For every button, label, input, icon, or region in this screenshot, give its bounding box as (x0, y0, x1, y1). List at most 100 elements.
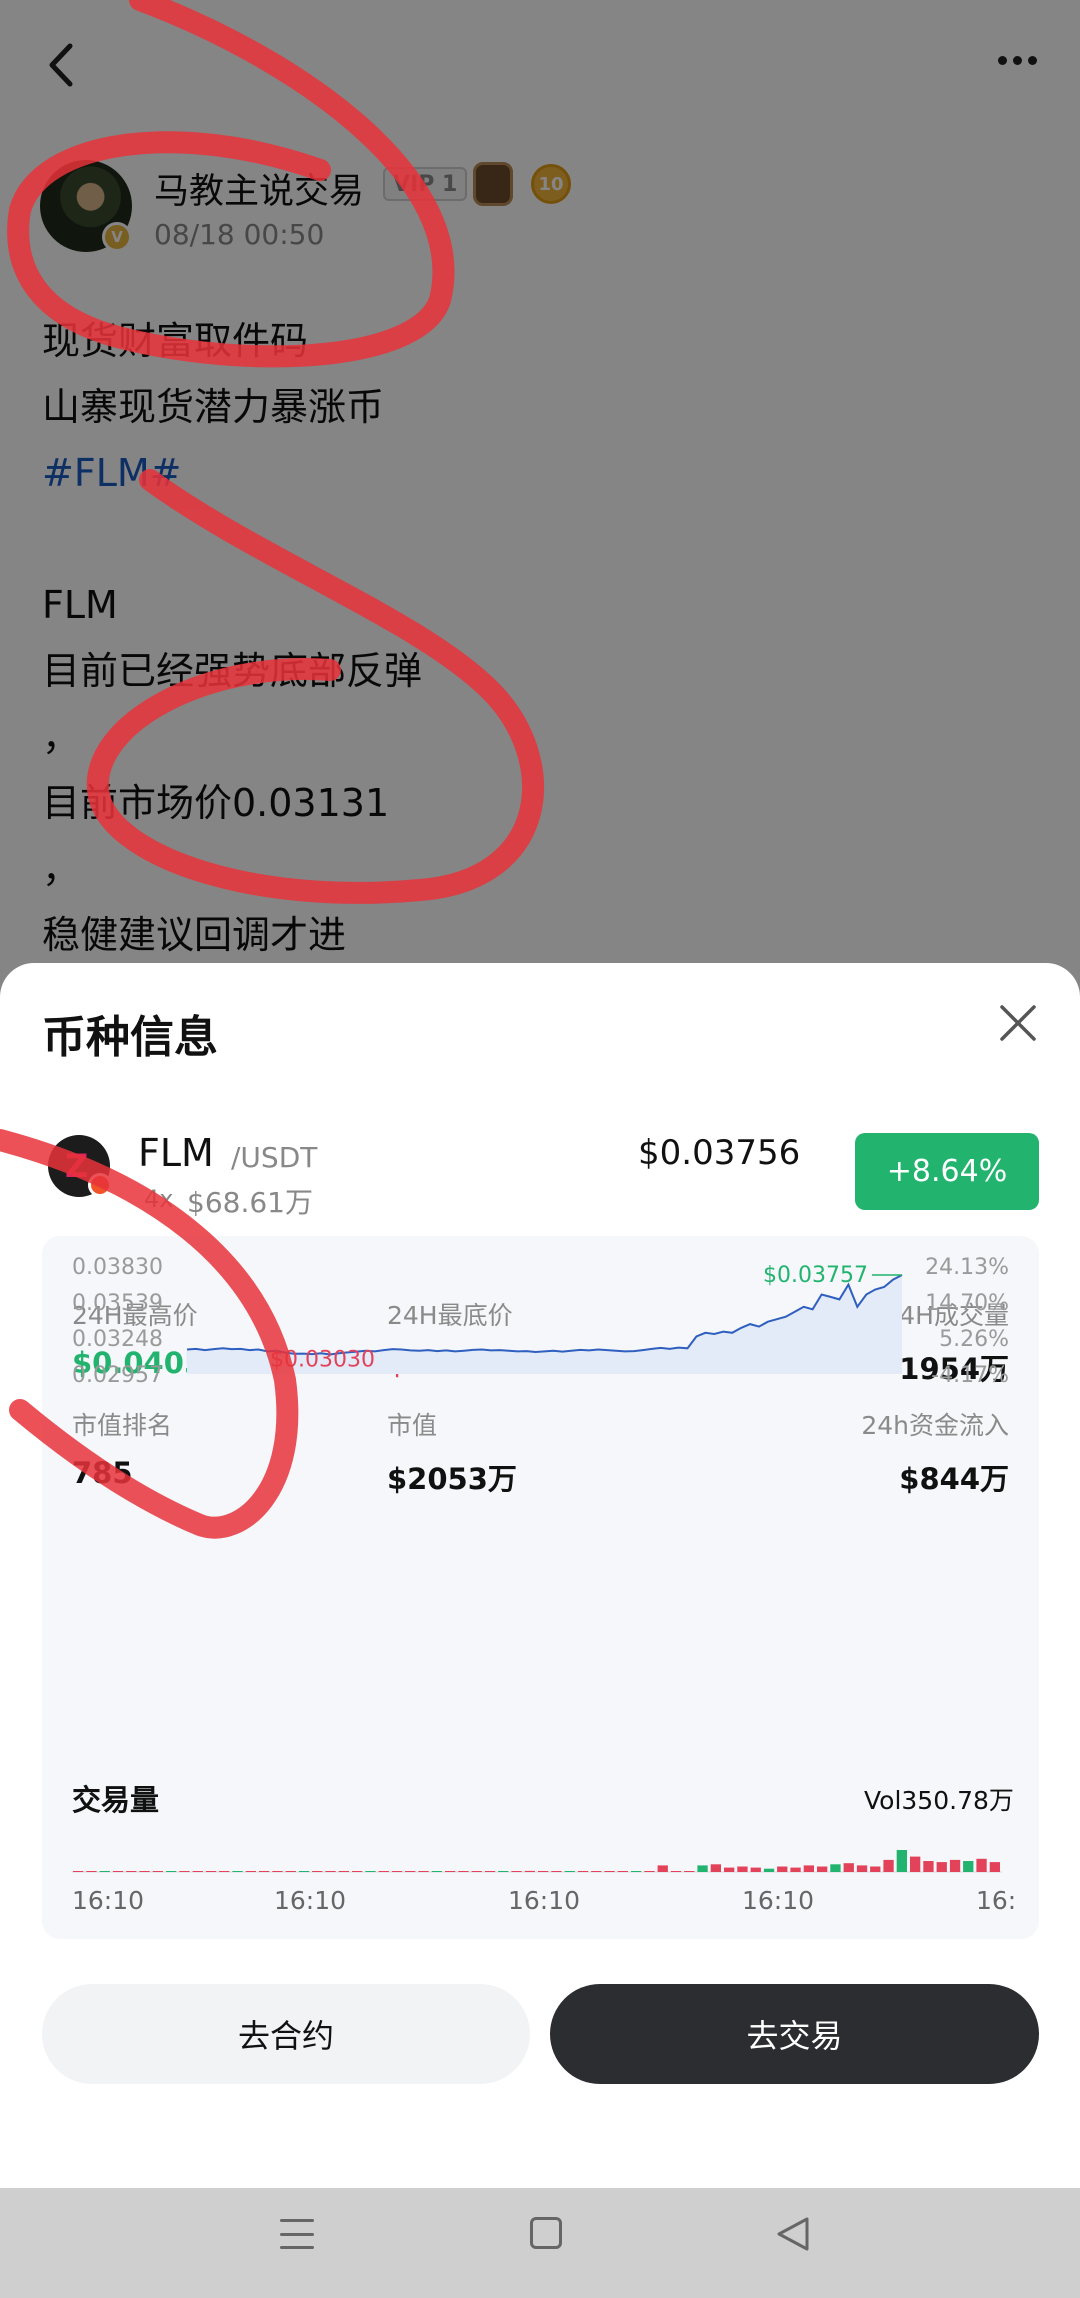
volume-bar (564, 1871, 575, 1872)
volume-bar (684, 1871, 695, 1872)
max-price-label: $0.03757 (763, 1263, 868, 1288)
volume-bar (989, 1862, 1000, 1872)
volume-bar (338, 1871, 349, 1872)
volume-bar (617, 1871, 628, 1872)
sheet-title: 币种信息 (42, 1012, 218, 1063)
volume-bar (697, 1865, 708, 1872)
y-tick-label-right: 5.26% (939, 1327, 1009, 1352)
volume-bar (976, 1858, 987, 1872)
volume-bar (325, 1871, 336, 1872)
favorite-star-icon (88, 1173, 112, 1197)
volume-bar (126, 1871, 137, 1872)
volume-bar (192, 1871, 203, 1872)
stat-24h-inflow: 24h资金流入 $844万 (861, 1406, 1009, 1498)
volume-bar (484, 1871, 496, 1872)
price-change-badge[interactable]: +8.64% (855, 1133, 1039, 1210)
volume-title: 交易量 (72, 1783, 160, 1817)
volume-bar (657, 1865, 668, 1872)
coin-pair: /USDT (231, 1141, 318, 1174)
volume-bar (737, 1866, 748, 1872)
y-tick-label-left: 0.03539 (72, 1291, 163, 1316)
volume-bar (830, 1864, 841, 1872)
time-tick-label: 16: (976, 1886, 1017, 1915)
volume-bar (551, 1871, 562, 1872)
volume-bar (644, 1871, 655, 1872)
volume-bar (232, 1871, 243, 1872)
stat-market-rank: 市值排名 785 (72, 1406, 172, 1490)
stat-value: 785 (72, 1456, 133, 1490)
y-tick-label-left: 0.03248 (72, 1327, 163, 1352)
y-tick-label-right: 24.13% (925, 1255, 1009, 1280)
volume-bar (750, 1867, 761, 1872)
stat-market-cap: 市值 $2053万 (387, 1406, 517, 1498)
volume-bar (710, 1864, 721, 1872)
volume-bar (285, 1871, 296, 1872)
volume-bar (405, 1871, 416, 1872)
volume-bar (179, 1871, 190, 1872)
volume-bar (112, 1871, 124, 1872)
stat-label: 24h资金流入 (861, 1411, 1009, 1440)
time-tick-label: 16:10 (508, 1886, 581, 1915)
time-axis: 16:10 16:10 16:10 16:10 16: (72, 1886, 1016, 1920)
volume-bar (856, 1865, 868, 1872)
go-trade-button[interactable]: 去交易 (550, 1984, 1039, 2084)
volume-bar (272, 1871, 283, 1872)
volume-bar (936, 1862, 947, 1872)
volume-bar (577, 1871, 589, 1872)
volume-bar (843, 1863, 854, 1872)
min-price-label: $0.03030 (270, 1347, 375, 1372)
volume-bar (431, 1871, 442, 1872)
volume-bar (949, 1859, 961, 1872)
volume-bar (352, 1871, 363, 1872)
coin-name: FLM (138, 1131, 214, 1175)
volume-bar (538, 1871, 549, 1872)
menu-icon[interactable] (280, 2217, 314, 2251)
volume-bar (670, 1871, 682, 1872)
stat-label: 市值 (387, 1411, 438, 1440)
price-chart[interactable]: 0.03830 0.03539 0.03248 0.02957 24.13% 14.70%… (42, 1228, 1039, 1388)
volume-bar (378, 1871, 389, 1872)
volume-bar (763, 1868, 775, 1872)
y-tick-label-left: 0.03830 (72, 1255, 163, 1280)
volume-bar (365, 1871, 376, 1872)
volume-chart (72, 1850, 1002, 1873)
volume-bar (445, 1871, 456, 1872)
go-contract-button[interactable]: 去合约 (42, 1984, 530, 2084)
y-tick-label-right: 14.70% (925, 1291, 1009, 1316)
volume-bar (604, 1871, 615, 1872)
volume-bar (591, 1871, 602, 1872)
home-icon[interactable] (530, 2217, 562, 2249)
volume-bar (139, 1871, 150, 1872)
volume-bar (418, 1871, 429, 1872)
time-tick-label: 16:10 (274, 1886, 347, 1915)
y-tick-label-left: 0.02957 (72, 1363, 163, 1388)
stat-value: $2053万 (387, 1462, 517, 1496)
volume-bar (298, 1871, 310, 1872)
close-icon[interactable] (996, 1001, 1040, 1045)
volume-bar (73, 1871, 84, 1872)
volume-bar (166, 1871, 177, 1872)
volume-bar (458, 1871, 469, 1872)
volume-bar (219, 1871, 230, 1872)
volume-bar (724, 1867, 735, 1872)
volume-bar (963, 1861, 974, 1872)
volume-bar (471, 1871, 482, 1872)
volume-bar (524, 1870, 535, 1872)
nav-back-icon[interactable] (775, 2215, 811, 2253)
volume-bar (205, 1871, 217, 1872)
volume-bar (391, 1871, 403, 1872)
volume-bar (259, 1871, 270, 1872)
coin-volume: $68.61万 (187, 1186, 313, 1219)
volume-bar (896, 1850, 907, 1872)
volume-bar (152, 1871, 163, 1872)
volume-bar (498, 1871, 509, 1872)
volume-bar (790, 1867, 801, 1872)
volume-bar (883, 1859, 894, 1872)
volume-bar (245, 1871, 256, 1872)
volume-bar (803, 1865, 814, 1872)
time-tick-label: 16:10 (72, 1886, 145, 1915)
volume-bar (312, 1871, 323, 1872)
coin-price: $0.03756 (638, 1133, 801, 1173)
stat-value: $844万 (899, 1462, 1009, 1496)
volume-bar (631, 1871, 642, 1872)
